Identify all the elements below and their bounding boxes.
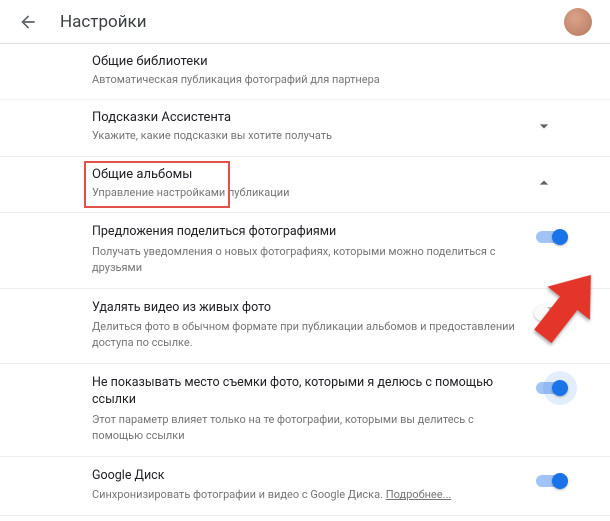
app-header: Настройки (0, 0, 610, 44)
setting-subtitle: Получать уведомления о новых фотографиях… (92, 244, 524, 276)
section-title: Общие библиотеки (92, 54, 554, 69)
arrow-left-icon (18, 12, 38, 32)
page-title: Настройки (60, 12, 564, 32)
section-subtitle: Синхронизировать фотографии и видео с Go… (92, 487, 524, 503)
setting-hide-location: Не показывать место съемки фото, которым… (0, 364, 610, 457)
section-subtitle: Укажите, какие подсказки вы хотите получ… (92, 128, 522, 143)
section-browser-notifications: Уведомления в браузере Получать уведомле… (0, 516, 610, 521)
chevron-up-icon (534, 173, 554, 193)
toggle-google-drive[interactable] (536, 475, 566, 487)
section-shared-albums[interactable]: Общие альбомы Управление настройками пуб… (0, 157, 610, 213)
setting-remove-video-live: Удалять видео из живых фото Делиться фот… (0, 289, 610, 364)
back-button[interactable] (16, 10, 40, 34)
section-subtitle: Управление настройками публикации (92, 185, 522, 200)
toggle-remove-video-live[interactable] (536, 307, 566, 319)
section-shared-libraries[interactable]: Общие библиотеки Автоматическая публикац… (0, 44, 610, 100)
setting-title: Не показывать место съемки фото, которым… (92, 374, 524, 409)
section-title: Общие альбомы (92, 167, 522, 182)
toggle-hide-location[interactable] (536, 382, 566, 394)
setting-title: Удалять видео из живых фото (92, 299, 524, 317)
setting-subtitle: Делиться фото в обычном формате при публ… (92, 319, 524, 351)
section-title: Подсказки Ассистента (92, 110, 522, 125)
section-google-drive: Google Диск Синхронизировать фотографии … (0, 457, 610, 516)
section-assistant-hints[interactable]: Подсказки Ассистента Укажите, какие подс… (0, 100, 610, 156)
setting-title: Предложения поделиться фотографиями (92, 223, 524, 241)
settings-content: Общие библиотеки Автоматическая публикац… (0, 44, 610, 521)
learn-more-link[interactable]: Подробнее... (386, 488, 452, 501)
toggle-share-suggestions[interactable] (536, 231, 566, 243)
section-title: Google Диск (92, 467, 524, 485)
chevron-down-icon (534, 116, 554, 136)
section-subtitle: Автоматическая публикация фотографий для… (92, 72, 554, 87)
setting-share-suggestions: Предложения поделиться фотографиями Полу… (0, 213, 610, 288)
avatar[interactable] (564, 8, 592, 36)
drive-sub-text: Синхронизировать фотографии и видео с Go… (92, 488, 386, 501)
setting-subtitle: Этот параметр влияет только на те фотогр… (92, 412, 524, 444)
